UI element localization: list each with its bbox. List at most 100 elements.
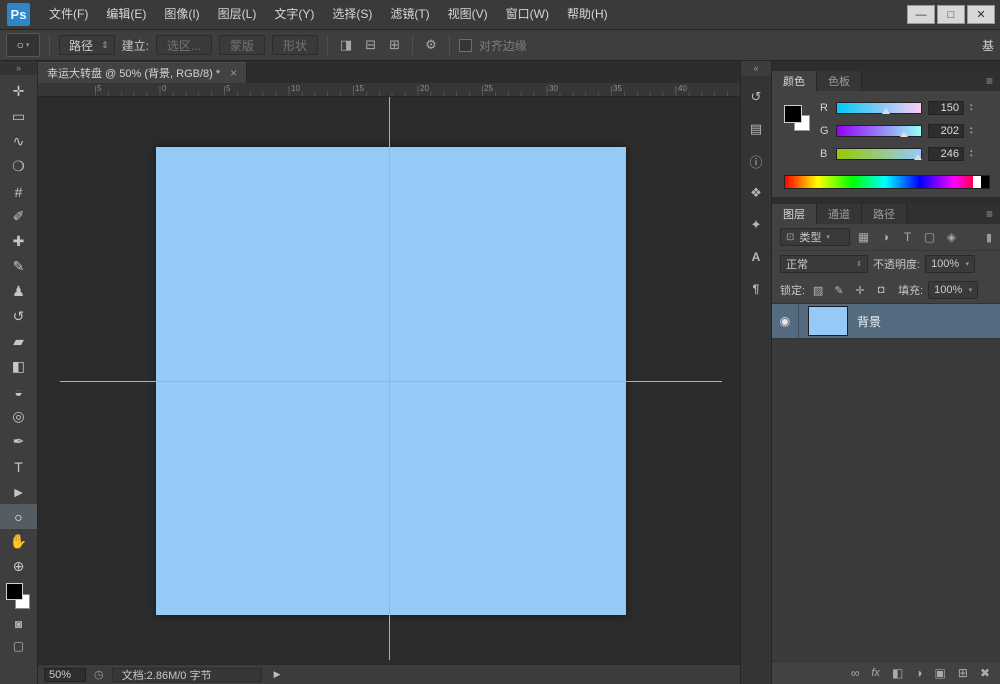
channel-slider-r[interactable] [836, 102, 922, 114]
align-edges-checkbox[interactable] [458, 38, 472, 52]
spin-down-icon[interactable]: ▾ [970, 108, 973, 113]
tab-swatches[interactable]: 色板 [817, 71, 862, 91]
close-tab-icon[interactable]: × [230, 66, 237, 80]
tab-paths[interactable]: 路径 [862, 204, 907, 224]
toolbar-collapse-icon[interactable]: » [0, 61, 37, 75]
lasso-tool[interactable]: ∿ [0, 129, 37, 154]
menu-image[interactable]: 图像(I) [155, 0, 208, 29]
menu-edit[interactable]: 编辑(E) [97, 0, 155, 29]
menu-help[interactable]: 帮助(H) [558, 0, 617, 29]
blur-tool[interactable]: ◒ [0, 379, 37, 404]
layer-thumbnail[interactable] [808, 306, 848, 336]
status-menu-arrow-icon[interactable]: ▶ [270, 669, 285, 680]
filter-type-layers-icon[interactable]: T [899, 230, 916, 244]
close-button[interactable]: ✕ [967, 5, 995, 24]
filter-type-dropdown[interactable]: ⊡ 类型 ▾ [780, 228, 850, 246]
add-layer-mask-icon[interactable]: ◧ [892, 666, 903, 680]
photoshop-logo-icon[interactable]: Ps [7, 3, 30, 26]
layer-effects-icon[interactable]: fx [871, 667, 880, 679]
tool-preset-picker[interactable]: ○ ▾ [6, 33, 40, 57]
horizontal-ruler[interactable]: 5 0 5 10 15 20 25 30 35 40 [38, 83, 740, 97]
properties-panel-icon[interactable]: ▤ [744, 117, 768, 141]
link-layers-icon[interactable]: ∞ [851, 666, 860, 680]
panel-menu-icon[interactable]: ≡ [979, 204, 1000, 224]
filter-shape-layers-icon[interactable]: ▢ [921, 230, 938, 244]
menu-view[interactable]: 视图(V) [439, 0, 497, 29]
spin-down-icon[interactable]: ▾ [970, 131, 973, 136]
vertical-guide[interactable] [389, 97, 390, 660]
workspace-switcher[interactable]: 基 [982, 37, 994, 54]
info-panel-icon[interactable]: ⓘ [744, 149, 768, 173]
filter-toggle-icon[interactable]: ▮ [986, 231, 992, 244]
new-group-icon[interactable]: ▣ [935, 666, 946, 680]
screen-mode-button[interactable]: ▢ [0, 635, 37, 657]
color-spectrum-bar[interactable] [784, 175, 990, 189]
filter-adjustment-layers-icon[interactable]: ◑ [877, 230, 894, 244]
spinner-icon[interactable]: ▴ ▾ [970, 103, 973, 113]
channel-value-b[interactable]: 246 [928, 147, 964, 161]
brush-tool[interactable]: ✎ [0, 254, 37, 279]
clone-stamp-tool[interactable]: ♟ [0, 279, 37, 304]
delete-layer-icon[interactable]: ✖ [980, 666, 990, 680]
spin-down-icon[interactable]: ▾ [970, 154, 973, 159]
path-arrange-icon[interactable]: ⊞ [386, 37, 403, 53]
spectrum-black-swatch[interactable] [981, 176, 989, 188]
dodge-tool[interactable]: ◎ [0, 404, 37, 429]
ellipse-tool[interactable]: ○ [0, 504, 37, 529]
channel-thumb-B[interactable] [914, 154, 923, 160]
path-operations-icon[interactable]: ◨ [337, 37, 355, 53]
tool-mode-dropdown[interactable]: 路径 ⇕ [59, 35, 115, 55]
hand-tool[interactable]: ✋ [0, 529, 37, 554]
lock-all-icon[interactable]: ◘ [873, 284, 889, 296]
blend-mode-dropdown[interactable]: 正常 ⇕ [780, 255, 868, 273]
menu-file[interactable]: 文件(F) [40, 0, 97, 29]
channel-value-r[interactable]: 150 [928, 101, 964, 115]
styles-panel-icon[interactable]: ❖ [744, 181, 768, 205]
panel-menu-icon[interactable]: ≡ [979, 71, 1000, 91]
pen-tool[interactable]: ✒ [0, 429, 37, 454]
channel-value-g[interactable]: 202 [928, 124, 964, 138]
lock-position-icon[interactable]: ✛ [852, 284, 868, 297]
canvas-viewport[interactable] [38, 97, 740, 664]
maximize-button[interactable]: □ [937, 5, 965, 24]
layer-row-background[interactable]: ◉ 背景 [772, 304, 1000, 339]
dock-collapse-icon[interactable]: « [741, 61, 771, 76]
channel-slider-g[interactable] [836, 125, 922, 137]
minimize-button[interactable]: — [907, 5, 935, 24]
channel-slider-b[interactable] [836, 148, 923, 160]
spinner-icon[interactable]: ▴ ▾ [970, 126, 973, 136]
rectangular-marquee-tool[interactable]: ▭ [0, 104, 37, 129]
gear-icon[interactable]: ⚙ [422, 37, 440, 53]
history-panel-icon[interactable]: ↺ [744, 85, 768, 109]
healing-brush-tool[interactable]: ✚ [0, 229, 37, 254]
new-layer-icon[interactable]: ⊞ [958, 666, 968, 680]
filter-pixel-layers-icon[interactable]: ▦ [855, 230, 872, 244]
type-tool[interactable]: T [0, 454, 37, 479]
gradient-tool[interactable]: ◧ [0, 354, 37, 379]
lock-transparent-pixels-icon[interactable]: ▨ [810, 284, 826, 297]
path-alignment-icon[interactable]: ⊟ [362, 37, 379, 53]
fill-input[interactable]: 100% ▾ [928, 281, 979, 299]
quick-mask-button[interactable]: ◙ [0, 613, 37, 635]
eraser-tool[interactable]: ▰ [0, 329, 37, 354]
horizontal-guide[interactable] [60, 381, 722, 382]
toolbar-foreground-color-swatch[interactable] [6, 583, 23, 600]
document-tab[interactable]: 幸运大转盘 @ 50% (背景, RGB/8) * × [38, 62, 248, 83]
menu-type[interactable]: 文字(Y) [265, 0, 323, 29]
make-mask-button[interactable]: 蒙版 [218, 35, 265, 55]
channel-thumb-R[interactable] [882, 108, 891, 114]
channel-thumb-G[interactable] [899, 131, 908, 137]
make-shape-button[interactable]: 形状 [271, 35, 318, 55]
presets-panel-icon[interactable]: ✦ [744, 213, 768, 237]
crop-tool[interactable]: # [0, 179, 37, 204]
visibility-eye-icon[interactable]: ◉ [772, 304, 799, 338]
menu-layer[interactable]: 图层(L) [209, 0, 266, 29]
eyedropper-tool[interactable]: ✐ [0, 204, 37, 229]
lock-image-pixels-icon[interactable]: ✎ [831, 284, 847, 297]
path-selection-tool[interactable]: ► [0, 479, 37, 504]
spectrum-white-swatch[interactable] [973, 176, 981, 188]
tab-layers[interactable]: 图层 [772, 204, 817, 224]
zoom-tool[interactable]: ⊕ [0, 554, 37, 579]
filter-smart-objects-icon[interactable]: ◈ [943, 230, 960, 244]
spinner-icon[interactable]: ▴ ▾ [970, 149, 973, 159]
